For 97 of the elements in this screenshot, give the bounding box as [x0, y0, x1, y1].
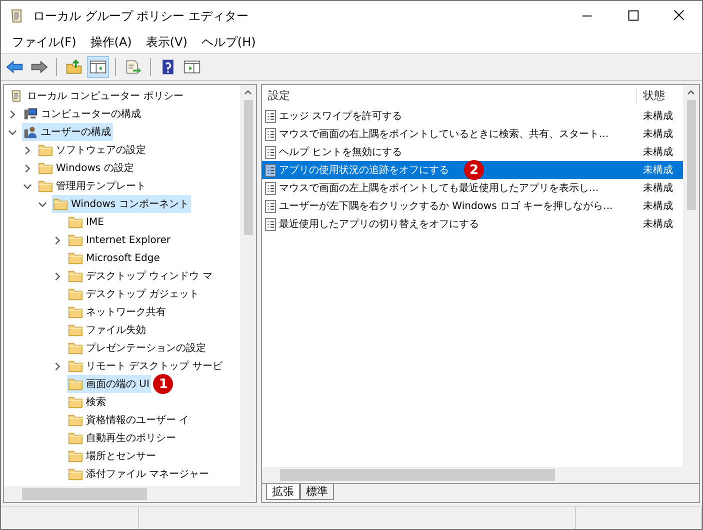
tree-item[interactable]: ローカル コンピューター ポリシー: [8, 87, 186, 105]
user-icon: [23, 125, 38, 139]
policy-setting-icon: [265, 200, 276, 212]
policy-setting-icon: [265, 110, 276, 122]
folder-icon: [68, 323, 83, 337]
vertical-scrollbar[interactable]: [683, 85, 699, 467]
tree-item[interactable]: 場所とセンサー: [67, 447, 158, 465]
menu-item[interactable]: 表示(V): [138, 34, 194, 50]
chevron-down-icon[interactable]: [23, 182, 32, 190]
setting-row[interactable]: ヘルプ ヒントを無効にする: [262, 143, 637, 161]
policy-setting-icon: [265, 182, 276, 194]
tree-item[interactable]: IME: [67, 213, 106, 231]
tree-item[interactable]: 資格情報のユーザー イ: [67, 411, 192, 429]
folder-icon: [68, 431, 83, 445]
tree-item[interactable]: 検索: [67, 393, 108, 411]
folder-icon: [38, 161, 53, 175]
chevron-right-icon[interactable]: [53, 236, 62, 244]
setting-row[interactable]: マウスで画面の左上隅をポイントしても最近使用したアプリを表示し...: [262, 179, 637, 197]
table-cell-text: 未構成: [642, 200, 674, 214]
folder-icon: [68, 359, 83, 373]
tree-item[interactable]: コンピューターの構成: [22, 105, 143, 123]
policy-setting-icon: [265, 128, 276, 140]
folder-icon: [68, 269, 83, 283]
pane-icon: [89, 59, 107, 75]
menu-item[interactable]: ヘルプ(H): [194, 34, 263, 50]
folder-icon: [53, 197, 68, 211]
tree-item[interactable]: 添付ファイル マネージャー: [67, 465, 212, 483]
chevron-right-icon[interactable]: [8, 110, 17, 118]
folder-icon: [38, 143, 53, 157]
setting-row[interactable]: エッジ スワイプを許可する: [262, 107, 637, 125]
chevron-right-icon[interactable]: [53, 362, 62, 370]
tree-item[interactable]: ソフトウェアの設定: [37, 141, 148, 159]
tree-item[interactable]: ネットワーク共有: [67, 303, 168, 321]
tree-item[interactable]: Windows コンポーネント: [52, 195, 191, 213]
tree-item[interactable]: 画面の端の UI: [67, 375, 152, 393]
column-header[interactable]: 状態: [637, 88, 683, 102]
horizontal-scrollbar[interactable]: [262, 467, 699, 483]
folder-icon: [68, 215, 83, 229]
tree-item[interactable]: 自動再生のポリシー: [67, 429, 178, 447]
menu-item[interactable]: 操作(A): [83, 34, 139, 50]
back-arrow-icon: [6, 59, 24, 75]
chevron-right-icon[interactable]: [53, 272, 62, 280]
tree-item[interactable]: 管理用テンプレート: [37, 177, 148, 195]
window-title: ローカル グループ ポリシー エディター: [33, 8, 248, 24]
setting-row[interactable]: マウスで画面の右上隅をポイントしているときに検索、共有、スタート...: [262, 125, 637, 143]
folder-icon: [68, 395, 83, 409]
policy-setting-icon: [265, 218, 276, 230]
tree-item[interactable]: デスクトップ ガジェット: [67, 285, 202, 303]
chevron-right-icon[interactable]: [23, 146, 32, 154]
table-cell: 未構成: [637, 161, 683, 179]
folder-icon: [68, 377, 83, 391]
column-header[interactable]: 設定: [262, 88, 637, 102]
folder-up-icon: [65, 59, 83, 75]
scroll-thumb[interactable]: [244, 100, 252, 235]
tree-item[interactable]: デスクトップ ウィンドウ マ: [67, 267, 214, 285]
setting-row[interactable]: 最近使用したアプリの切り替えをオフにする: [262, 215, 637, 233]
setting-row[interactable]: ユーザーが左下隅を右クリックするか Windows ロゴ キーを押しながら...: [262, 197, 637, 215]
table-cell-text: 未構成: [642, 182, 674, 196]
scroll-thumb[interactable]: [22, 488, 147, 500]
forward-arrow-icon: [30, 59, 48, 75]
scroll-thumb[interactable]: [280, 469, 555, 481]
tree-item[interactable]: リモート デスクトップ サービ: [67, 357, 224, 375]
vertical-scrollbar[interactable]: [240, 85, 256, 486]
table-cell-text: 未構成: [642, 128, 674, 142]
policy-setting-icon: [265, 146, 276, 158]
chevron-down-icon[interactable]: [38, 200, 47, 208]
table-cell-text: 未構成: [642, 146, 674, 160]
view-tab[interactable]: 拡張: [266, 484, 300, 500]
folder-icon: [68, 449, 83, 463]
tree-item[interactable]: ユーザーの構成: [22, 123, 113, 141]
tree-item[interactable]: Microsoft Edge: [67, 249, 162, 267]
tree-item[interactable]: ファイル失効: [67, 321, 148, 339]
console-tree-button[interactable]: [87, 56, 109, 78]
chevron-right-icon[interactable]: [23, 164, 32, 172]
policy-setting-icon: [265, 164, 276, 176]
folder-icon: [68, 233, 83, 247]
view-tab[interactable]: 標準: [300, 484, 334, 500]
tree-item[interactable]: Internet Explorer: [67, 231, 173, 249]
number-badge: 1: [153, 374, 174, 394]
horizontal-scrollbar[interactable]: [4, 486, 256, 502]
folder-icon: [68, 341, 83, 355]
tree-item[interactable]: Windows の設定: [37, 159, 136, 177]
folder-icon: [68, 305, 83, 319]
tree-item[interactable]: プレゼンテーションの設定: [67, 339, 208, 357]
table-cell-text: 未構成: [642, 110, 674, 124]
export-icon: [124, 59, 142, 75]
folder-icon: [38, 179, 53, 193]
folder-icon: [68, 413, 83, 427]
folder-icon: [68, 251, 83, 265]
chevron-down-icon[interactable]: [8, 128, 17, 136]
scroll-thumb[interactable]: [686, 100, 696, 210]
folder-icon: [68, 467, 83, 481]
computer-icon: [23, 107, 38, 121]
menu-item[interactable]: ファイル(F): [5, 34, 84, 50]
table-cell-text: 未構成: [642, 218, 674, 232]
folder-icon: [68, 287, 83, 301]
pane-icon: [183, 59, 201, 75]
